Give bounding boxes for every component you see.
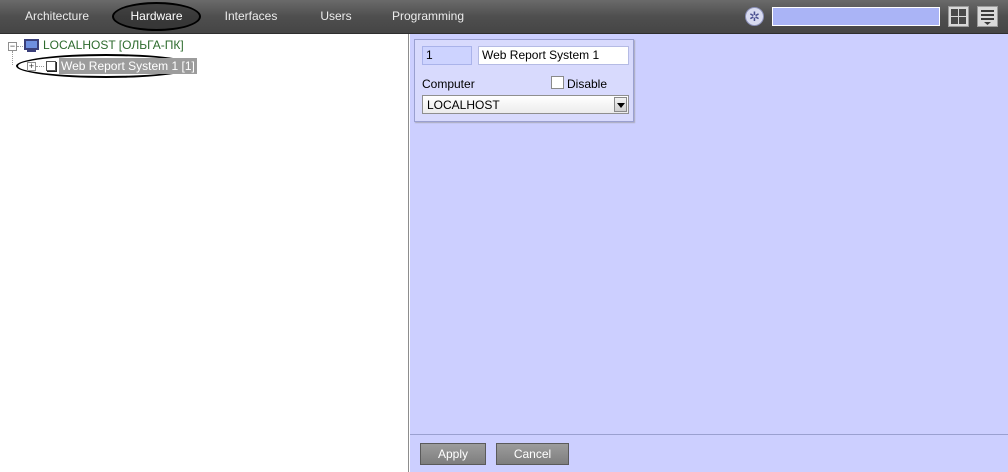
collapse-root-icon[interactable]: − — [8, 42, 17, 51]
top-navigation-bar: Architecture Hardware Interfaces Users P… — [0, 0, 1008, 34]
apply-button[interactable]: Apply — [420, 443, 486, 465]
object-id-field[interactable]: 1 — [422, 46, 472, 65]
tree-connector-child — [36, 66, 44, 67]
tab-architecture[interactable]: Architecture — [18, 0, 96, 33]
tree-node-web-report-system[interactable]: Web Report System 1 [1] — [59, 58, 197, 74]
search-input[interactable] — [772, 7, 940, 26]
action-button-bar: Apply Cancel — [410, 434, 1008, 472]
tree-connector-vertical — [12, 51, 13, 65]
computer-dropdown[interactable]: LOCALHOST — [422, 95, 629, 114]
computer-dropdown-value: LOCALHOST — [427, 98, 500, 112]
device-icon — [46, 61, 56, 71]
object-name-field[interactable]: Web Report System 1 — [478, 46, 629, 65]
tab-hardware[interactable]: Hardware — [112, 0, 201, 33]
expand-child-icon[interactable]: + — [27, 62, 36, 71]
layout-grid-icon[interactable] — [948, 6, 969, 27]
tree-node-localhost[interactable]: LOCALHOST [ОЛЬГА-ПК] — [43, 38, 184, 52]
settings-gear-icon[interactable]: ✲ — [745, 7, 764, 26]
cancel-button[interactable]: Cancel — [496, 443, 569, 465]
chevron-down-icon[interactable] — [614, 97, 627, 112]
tree-connector — [17, 46, 23, 47]
tab-interfaces[interactable]: Interfaces — [216, 0, 286, 33]
computer-stand-icon — [27, 50, 36, 52]
disable-label: Disable — [567, 77, 608, 91]
menu-list-icon[interactable] — [977, 6, 998, 27]
settings-panel: 1 Web Report System 1 Computer Disable L… — [410, 34, 1008, 434]
object-settings-group: 1 Web Report System 1 Computer Disable L… — [414, 39, 634, 122]
tab-programming[interactable]: Programming — [386, 0, 470, 33]
tab-users[interactable]: Users — [308, 0, 364, 33]
computer-label: Computer — [422, 77, 475, 91]
hardware-tree-panel: − LOCALHOST [ОЛЬГА-ПК] + Web Report Syst… — [0, 34, 409, 472]
disable-checkbox[interactable] — [551, 76, 564, 89]
computer-icon — [24, 39, 39, 50]
